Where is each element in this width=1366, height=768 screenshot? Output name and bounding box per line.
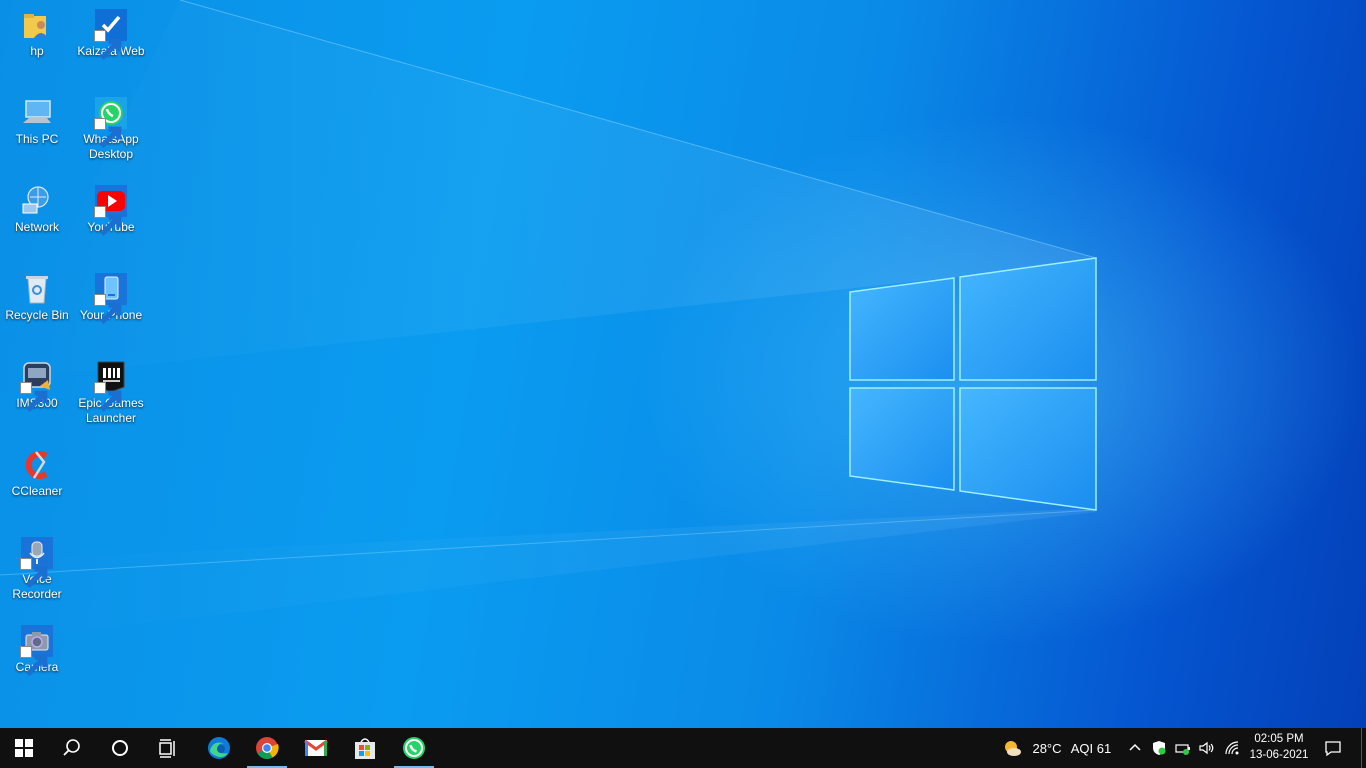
weather-aqi[interactable]: AQI 61: [1068, 728, 1114, 768]
tray-volume[interactable]: [1197, 728, 1215, 768]
desktop-icon-camera[interactable]: Camera: [0, 618, 74, 677]
desktop-icon-youtube[interactable]: YouTube: [74, 178, 148, 237]
desktop-icon-epic-games-launcher[interactable]: Epic Games Launcher: [74, 354, 148, 426]
windows-logo-icon: [15, 739, 33, 757]
taskbar-edge[interactable]: [195, 728, 243, 768]
tray-security[interactable]: [1150, 728, 1168, 768]
action-center-button[interactable]: [1320, 728, 1346, 768]
clock-date: 13-06-2021: [1249, 749, 1309, 761]
microphone-icon: [20, 536, 54, 589]
kaizala-icon: [94, 8, 128, 61]
taskbar-gmail[interactable]: [292, 728, 340, 768]
shortcut-arrow-icon: [94, 206, 122, 237]
show-desktop-button[interactable]: [1361, 728, 1366, 768]
taskbar-chrome[interactable]: [243, 728, 291, 768]
shortcut-arrow-icon: [94, 382, 122, 413]
cortana-button[interactable]: [96, 728, 144, 768]
youtube-icon: [94, 184, 128, 237]
desktop-icon-this-pc[interactable]: This PC: [0, 90, 74, 147]
whatsapp-icon: [94, 96, 128, 149]
chrome-icon: [256, 737, 279, 759]
show-hidden-icons-button[interactable]: [1126, 728, 1144, 768]
weather-temperature[interactable]: 28°C: [1030, 728, 1064, 768]
desktop[interactable]: hp Kaizala Web This PC WhatsApp Desktop: [0, 0, 1366, 728]
shield-icon: [1153, 741, 1166, 755]
chevron-up-icon: [1129, 743, 1141, 751]
shortcut-arrow-icon: [94, 30, 122, 61]
ims300-icon: [20, 360, 54, 413]
desktop-icon-hp[interactable]: hp: [0, 2, 74, 59]
recycle-bin-icon: [20, 272, 54, 306]
edge-icon: [208, 737, 230, 759]
taskbar-whatsapp[interactable]: [390, 728, 438, 768]
desktop-icon-recycle-bin[interactable]: Recycle Bin: [0, 266, 74, 323]
shortcut-arrow-icon: [20, 646, 48, 677]
user-folder-icon: [20, 8, 54, 42]
desktop-icon-kaizala-web[interactable]: Kaizala Web: [74, 2, 148, 61]
wifi-icon: [1225, 741, 1239, 755]
shortcut-arrow-icon: [94, 118, 122, 149]
windows-logo: [849, 257, 1097, 511]
weather-widget-icon-wrap[interactable]: [998, 728, 1026, 768]
battery-icon: [1175, 744, 1190, 755]
epic-games-icon: [94, 360, 128, 413]
task-view-icon: [159, 739, 175, 758]
taskbar-microsoft-store[interactable]: [341, 728, 389, 768]
shortcut-arrow-icon: [20, 382, 48, 413]
network-icon: [20, 184, 54, 218]
task-view-button[interactable]: [144, 728, 192, 768]
taskbar-clock[interactable]: 02:05 PM 13-06-2021: [1240, 731, 1318, 763]
gmail-icon: [304, 739, 328, 756]
shortcut-arrow-icon: [94, 294, 122, 325]
sun-cloud-icon: [1005, 741, 1021, 756]
cortana-icon: [112, 740, 128, 756]
camera-icon: [20, 624, 54, 677]
taskbar: 28°C AQI 61 02:05 PM 13-06-2021: [0, 728, 1366, 768]
speaker-icon: [1199, 741, 1214, 755]
desktop-icon-ccleaner[interactable]: CCleaner: [0, 442, 74, 499]
desktop-icon-ims300[interactable]: IMS300: [0, 354, 74, 413]
store-icon: [355, 738, 375, 759]
windows-wallpaper: [0, 0, 1097, 640]
notification-icon: [1325, 741, 1341, 757]
desktop-icon-network[interactable]: Network: [0, 178, 74, 235]
start-button[interactable]: [0, 728, 48, 768]
search-icon: [63, 739, 80, 756]
search-button[interactable]: [48, 728, 96, 768]
whatsapp-icon: [403, 737, 425, 759]
desktop-icon-voice-recorder[interactable]: Voice Recorder: [0, 530, 74, 602]
desktop-icon-whatsapp-desktop[interactable]: WhatsApp Desktop: [74, 90, 148, 162]
desktop-icon-your-phone[interactable]: Your Phone: [74, 266, 148, 325]
phone-icon: [94, 272, 128, 325]
computer-icon: [20, 96, 54, 130]
shortcut-arrow-icon: [20, 558, 48, 589]
tray-wifi[interactable]: [1222, 728, 1242, 768]
ccleaner-icon: [20, 448, 54, 482]
tray-battery[interactable]: [1174, 728, 1192, 768]
clock-time: 02:05 PM: [1254, 733, 1304, 745]
